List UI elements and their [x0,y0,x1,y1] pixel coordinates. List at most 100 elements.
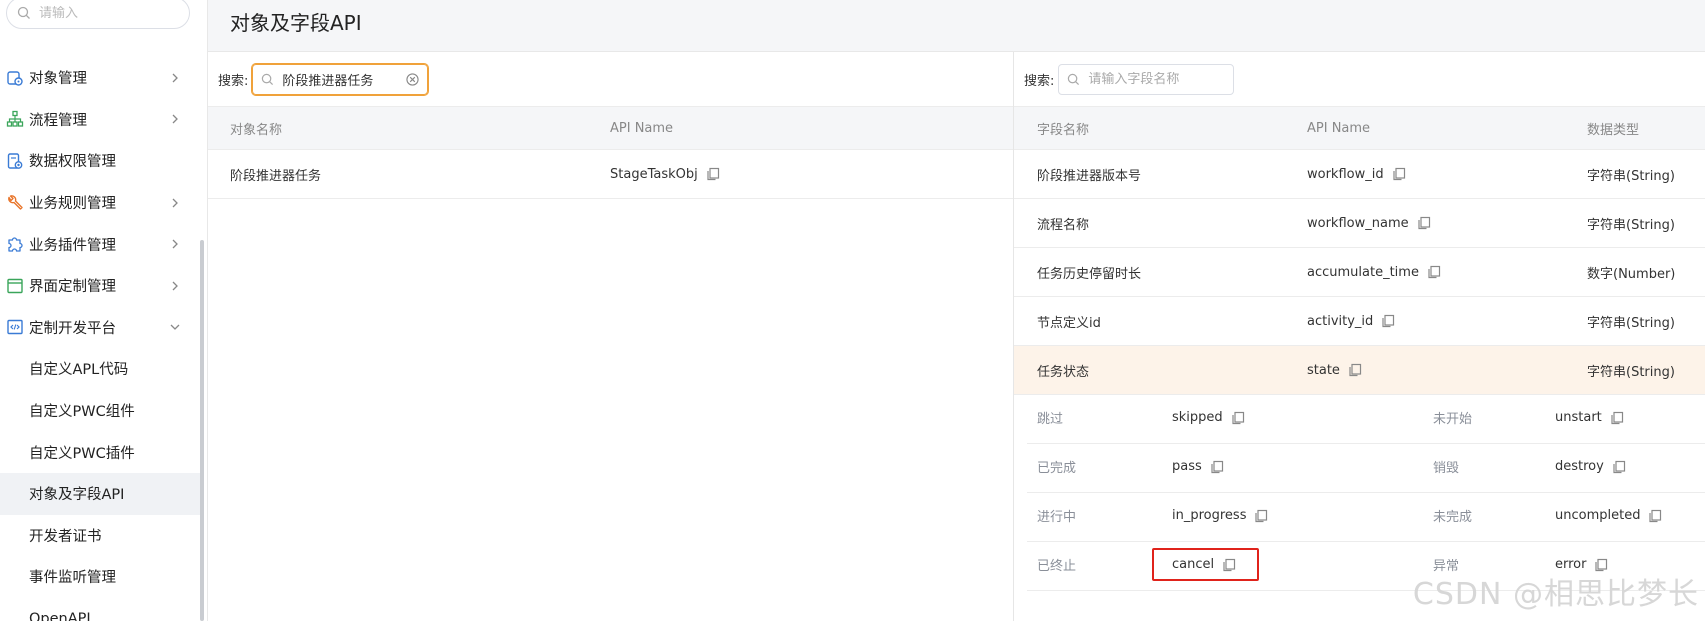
chevron-down-icon [170,324,180,331]
column-header: 字段名称 [1037,122,1090,138]
sidebar-item-label: 流程管理 [29,112,87,129]
table-row[interactable]: 节点定义id activity_id 字符串(String) [1014,297,1705,346]
column-header: API Name [1307,120,1371,136]
sidebar: 对象管理 流程管理 数据权限管理 业务规则管理 业务插件管理 [0,0,208,621]
field-api-cell: accumulate_time [1298,265,1582,280]
chevron-right-icon [172,239,178,249]
sidebar-nav: 对象管理 流程管理 数据权限管理 业务规则管理 业务插件管理 界面定制管理 定制… [0,57,200,621]
sidebar-item-object-management[interactable]: 对象管理 [0,57,200,99]
sidebar-item-label: 对象管理 [29,71,87,88]
sidebar-search-input[interactable] [39,5,179,21]
field-api-value: state [1307,362,1340,378]
data-permission-icon [7,153,23,169]
field-type-cell: 字符串(String) [1587,217,1675,233]
table-row[interactable]: 流程名称 workflow_name 字符串(String) [1014,199,1705,248]
field-search-box[interactable] [1058,63,1235,95]
enum-label: 已完成 [1037,461,1077,476]
object-table-header: 对象名称 API Name [208,106,1013,150]
sidebar-subitem-label: 自定义PWC组件 [29,404,135,421]
enum-api-value: destroy [1555,459,1604,474]
field-search-input[interactable] [1088,71,1229,87]
clear-icon[interactable] [406,72,420,86]
copy-icon[interactable] [1210,460,1224,474]
copy-icon[interactable] [1254,509,1268,523]
sidebar-subitem-apl-code[interactable]: 自定义APL代码 [0,348,200,390]
enum-api-value: uncompleted [1555,508,1641,523]
copy-icon[interactable] [1610,411,1624,425]
search-icon [262,73,274,85]
copy-icon[interactable] [1381,314,1395,328]
sidebar-subitem-pwc-component[interactable]: 自定义PWC组件 [0,390,200,432]
sidebar-item-custom-dev-platform[interactable]: 定制开发平台 [0,307,200,349]
field-type-cell: 字符串(String) [1587,315,1675,331]
copy-icon[interactable] [1417,216,1431,230]
enum-value: in_progress [1172,508,1268,523]
wrench-icon [8,194,23,210]
sidebar-item-label: 定制开发平台 [29,320,116,337]
copy-icon[interactable] [1222,558,1236,572]
sidebar-subitem-label: OpenAPI [29,610,91,621]
field-type-cell: 字符串(String) [1587,168,1675,184]
enum-value: destroy [1555,459,1626,474]
copy-icon[interactable] [1392,167,1406,181]
sidebar-item-label: 数据权限管理 [29,154,116,171]
chevron-right-icon [172,114,178,124]
search-label: 搜索: [218,73,249,89]
enum-api-value: cancel [1172,557,1215,572]
sidebar-subitem-object-field-api[interactable]: 对象及字段API [0,472,200,515]
copy-icon[interactable] [1612,460,1626,474]
enum-label: 已终止 [1037,559,1077,574]
page-title: 对象及字段API [230,11,362,35]
object-api-cell: StageTaskObj [610,167,720,182]
object-search-box[interactable] [252,63,429,95]
field-name-cell: 任务状态 [1037,364,1090,380]
field-api-value: workflow_id [1307,166,1384,182]
sidebar-item-business-plugins[interactable]: 业务插件管理 [0,223,200,265]
enum-value: pass [1172,459,1224,474]
sidebar-subitem-developer-cert[interactable]: 开发者证书 [0,515,200,557]
sidebar-search[interactable] [6,0,190,29]
sidebar-subitem-event-listener[interactable]: 事件监听管理 [0,556,200,598]
object-search-input[interactable] [282,71,401,87]
table-row[interactable]: 任务历史停留时长 accumulate_time 数字(Number) [1014,248,1705,297]
column-header: 数据类型 [1587,122,1640,138]
enum-api-value: unstart [1555,410,1602,425]
field-name-cell: 任务历史停留时长 [1037,266,1142,282]
enum-api-value: skipped [1172,410,1223,425]
enum-label: 进行中 [1037,510,1077,525]
chevron-right-icon [172,281,178,291]
table-row[interactable]: 阶段推进器版本号 workflow_id 字符串(String) [1014,150,1705,199]
copy-icon[interactable] [1648,509,1662,523]
sidebar-subitem-pwc-plugin[interactable]: 自定义PWC插件 [0,431,200,473]
field-search-bar: 搜索: [1014,52,1705,106]
column-header: 对象名称 [230,122,283,138]
field-panel: 搜索: 字段名称 API Name 数据类型 阶段推进器版本号 workflow… [1014,52,1705,621]
field-type-cell: 字符串(String) [1587,364,1675,380]
object-name-cell: 阶段推进器任务 [230,168,322,184]
table-row-selected[interactable]: 任务状态 state 字符串(String) [1014,346,1705,395]
sidebar-item-data-permission[interactable]: 数据权限管理 [0,140,200,182]
sidebar-subitem-label: 事件监听管理 [29,570,116,587]
enum-label: 未完成 [1433,510,1473,525]
sidebar-item-flow-management[interactable]: 流程管理 [0,99,200,141]
object-icon [7,71,23,86]
table-row[interactable]: 阶段推进器任务 StageTaskObj [208,150,1013,199]
enum-value: unstart [1555,410,1624,425]
chevron-right-icon [172,73,178,83]
field-type-cell: 数字(Number) [1587,266,1676,282]
field-api-value: activity_id [1307,313,1374,329]
sidebar-item-label: 界面定制管理 [29,279,116,296]
search-label: 搜索: [1024,73,1055,89]
sidebar-item-label: 业务规则管理 [29,196,116,213]
sidebar-scrollbar[interactable] [200,240,204,621]
sidebar-subitem-openapi[interactable]: OpenAPI [0,598,200,621]
copy-icon[interactable] [1427,265,1441,279]
field-api-value: workflow_name [1307,215,1409,231]
enum-value: cancel [1172,557,1236,572]
copy-icon[interactable] [1348,363,1362,377]
copy-icon[interactable] [1231,411,1245,425]
sidebar-item-business-rules[interactable]: 业务规则管理 [0,182,200,224]
copy-icon[interactable] [706,167,720,181]
field-name-cell: 流程名称 [1037,217,1090,233]
sidebar-item-ui-customization[interactable]: 界面定制管理 [0,265,200,307]
